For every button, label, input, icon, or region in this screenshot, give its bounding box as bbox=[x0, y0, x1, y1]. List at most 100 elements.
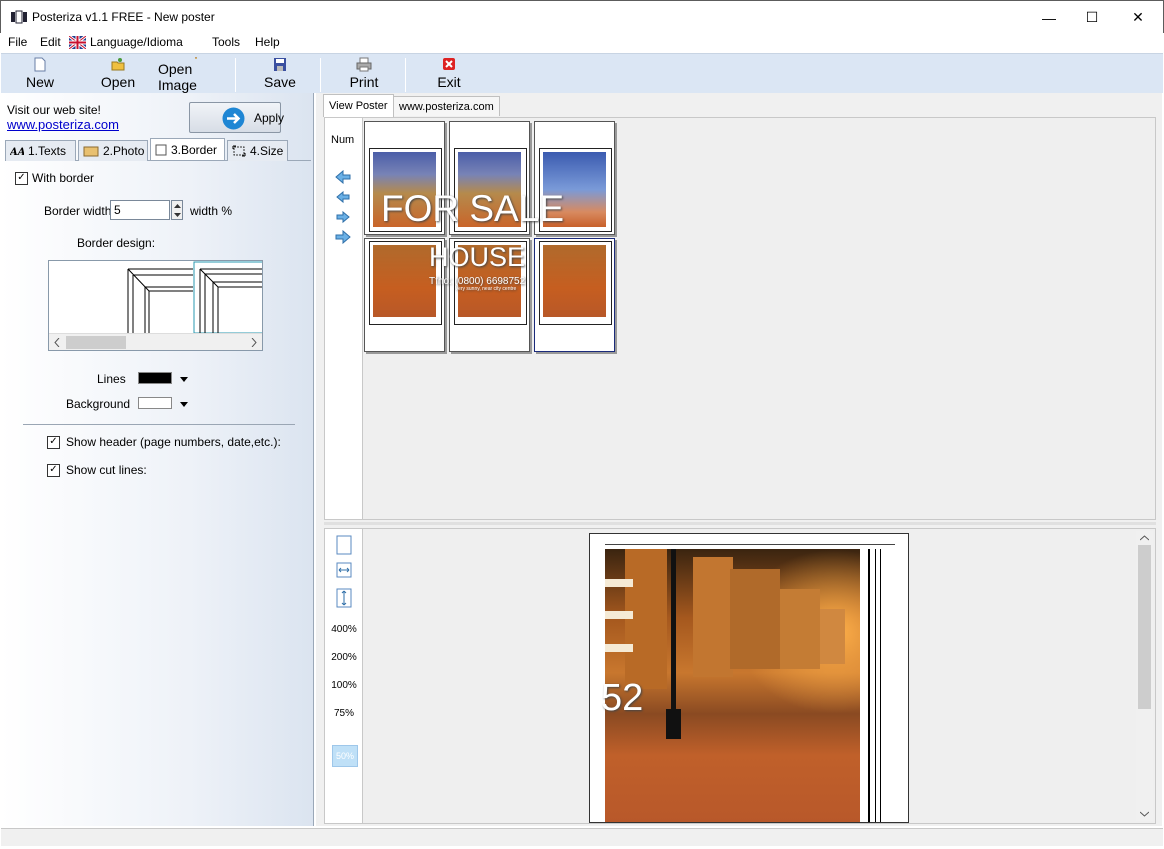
menu-tools[interactable]: Tools bbox=[212, 35, 240, 49]
tab-texts[interactable]: AA 1.Texts bbox=[5, 140, 76, 161]
preview-page: 52 bbox=[589, 533, 909, 823]
maximize-button[interactable]: ☐ bbox=[1069, 1, 1115, 34]
zoom-200[interactable]: 200% bbox=[325, 652, 363, 663]
preview-photo: 52 bbox=[601, 549, 860, 822]
menu-edit[interactable]: Edit bbox=[40, 35, 61, 49]
exit-button[interactable]: Exit bbox=[434, 57, 464, 93]
new-document-icon bbox=[34, 57, 46, 72]
print-preview: 400% 200% 100% 75% 50% 52 bbox=[324, 528, 1156, 824]
poster-tools-column: Num bbox=[325, 118, 363, 519]
border-samples bbox=[127, 261, 262, 333]
tab-photo[interactable]: 2.Photo bbox=[78, 140, 148, 161]
poster-tile-selected[interactable] bbox=[534, 238, 615, 352]
scroll-up-icon bbox=[1140, 535, 1149, 541]
cut-line bbox=[868, 549, 870, 822]
toolbar-separator bbox=[405, 58, 406, 92]
new-button[interactable]: New bbox=[21, 57, 59, 93]
minimize-button[interactable]: — bbox=[1026, 1, 1072, 34]
preview-vscroll[interactable] bbox=[1136, 531, 1153, 821]
photo-icon bbox=[83, 146, 99, 157]
settings-tabs: AA 1.Texts 2.Photo 3.Border 4.Size bbox=[5, 138, 311, 161]
left-arrow-icon[interactable] bbox=[335, 190, 351, 204]
fit-width-icon[interactable] bbox=[336, 562, 352, 578]
menu-help[interactable]: Help bbox=[255, 35, 280, 49]
open-button[interactable]: Open bbox=[99, 57, 137, 93]
border-design-gallery[interactable] bbox=[48, 260, 263, 351]
arrow-right-icon bbox=[222, 107, 245, 130]
fit-height-icon[interactable] bbox=[336, 588, 352, 608]
image-icon bbox=[194, 57, 197, 59]
tab-photo-label: 2.Photo bbox=[103, 144, 145, 158]
border-width-stepper[interactable] bbox=[171, 200, 183, 220]
spin-down-icon bbox=[174, 213, 181, 217]
double-left-arrow-icon[interactable] bbox=[335, 170, 351, 184]
exit-icon bbox=[443, 58, 455, 70]
background-color-swatch[interactable] bbox=[138, 397, 172, 409]
cut-line bbox=[880, 549, 881, 822]
visit-text: Visit our web site! bbox=[7, 103, 101, 117]
cut-line bbox=[875, 549, 876, 822]
open-image-button[interactable]: Open Image bbox=[158, 57, 233, 93]
zoom-100[interactable]: 100% bbox=[325, 680, 363, 691]
with-border-checkbox[interactable]: ✓ bbox=[15, 171, 28, 185]
tab-size[interactable]: 4.Size bbox=[227, 140, 288, 161]
printer-icon bbox=[356, 57, 372, 72]
preview-number-text: 52 bbox=[601, 677, 644, 719]
fit-page-icon[interactable] bbox=[336, 535, 352, 555]
background-label: Background bbox=[66, 397, 131, 411]
design-hscroll-thumb[interactable] bbox=[66, 336, 126, 349]
show-cut-lines-label: Show cut lines: bbox=[66, 463, 147, 477]
show-cut-lines-row: ✓ Show cut lines: bbox=[47, 463, 147, 477]
tab-texts-label: 1.Texts bbox=[28, 144, 67, 158]
website-link[interactable]: www.posteriza.com bbox=[7, 117, 119, 132]
uk-flag-icon bbox=[69, 36, 86, 49]
poster-subtitle-text: HOUSE bbox=[429, 242, 526, 272]
save-disk-icon bbox=[274, 58, 286, 71]
lines-color-swatch[interactable] bbox=[138, 372, 172, 384]
app-icon bbox=[11, 10, 27, 24]
zoom-400[interactable]: 400% bbox=[325, 624, 363, 635]
border-width-input[interactable]: 5 bbox=[110, 200, 170, 220]
zoom-75[interactable]: 75% bbox=[325, 708, 363, 719]
close-button[interactable]: ✕ bbox=[1115, 1, 1161, 34]
tab-border[interactable]: 3.Border bbox=[150, 138, 225, 160]
maximize-icon: ☐ bbox=[1085, 9, 1099, 25]
minimize-icon: — bbox=[1042, 9, 1056, 26]
menu-language[interactable]: Language/Idioma bbox=[90, 35, 183, 49]
poster-view: Num FOR SALE HOUSE Tfno: (0800) 6698752 … bbox=[324, 117, 1156, 520]
num-button[interactable]: Num bbox=[331, 134, 354, 146]
show-cut-lines-checkbox[interactable]: ✓ bbox=[47, 463, 60, 477]
lines-dropdown-icon[interactable] bbox=[180, 377, 188, 382]
border-design-label: Border design: bbox=[77, 236, 156, 250]
preview-vscroll-thumb[interactable] bbox=[1138, 545, 1151, 709]
poster-small-text: Very sunny, near city centre bbox=[455, 286, 517, 292]
border-width-label: Border width bbox=[44, 204, 112, 218]
poster-title-text: FOR SALE bbox=[381, 188, 564, 229]
zoom-tools-column: 400% 200% 100% 75% 50% bbox=[325, 529, 363, 823]
window-title: Posteriza v1.1 FREE - New poster bbox=[32, 10, 215, 24]
show-header-checkbox[interactable]: ✓ bbox=[47, 435, 60, 449]
text-icon: AA bbox=[10, 147, 24, 157]
tab-view-poster[interactable]: View Poster bbox=[323, 94, 394, 117]
save-button[interactable]: Save bbox=[263, 57, 297, 93]
menu-bar: File Edit Language/Idioma Tools Help bbox=[0, 33, 1164, 53]
print-button[interactable]: Print bbox=[346, 57, 382, 93]
resize-icon bbox=[232, 145, 246, 157]
view-splitter[interactable] bbox=[324, 522, 1156, 525]
with-border-row: ✓ With border bbox=[15, 171, 94, 185]
design-hscroll[interactable] bbox=[49, 333, 262, 350]
apply-button[interactable]: Apply bbox=[189, 102, 284, 133]
settings-panel: Visit our web site! www.posteriza.com Ap… bbox=[1, 93, 314, 826]
with-border-label: With border bbox=[32, 171, 95, 185]
tab-border-label: 3.Border bbox=[171, 142, 218, 157]
close-icon: ✕ bbox=[1132, 9, 1144, 25]
menu-file[interactable]: File bbox=[8, 35, 27, 49]
title-bar: Posteriza v1.1 FREE - New poster — ☐ ✕ bbox=[0, 0, 1164, 33]
tab-website[interactable]: www.posteriza.com bbox=[393, 96, 500, 116]
double-right-arrow-icon[interactable] bbox=[335, 230, 351, 244]
background-dropdown-icon[interactable] bbox=[180, 402, 188, 407]
zoom-50-active[interactable]: 50% bbox=[332, 745, 358, 767]
right-arrow-icon[interactable] bbox=[335, 210, 351, 224]
show-header-row: ✓ Show header (page numbers, date,etc.): bbox=[47, 435, 281, 449]
open-image-label: Open Image bbox=[158, 61, 197, 93]
